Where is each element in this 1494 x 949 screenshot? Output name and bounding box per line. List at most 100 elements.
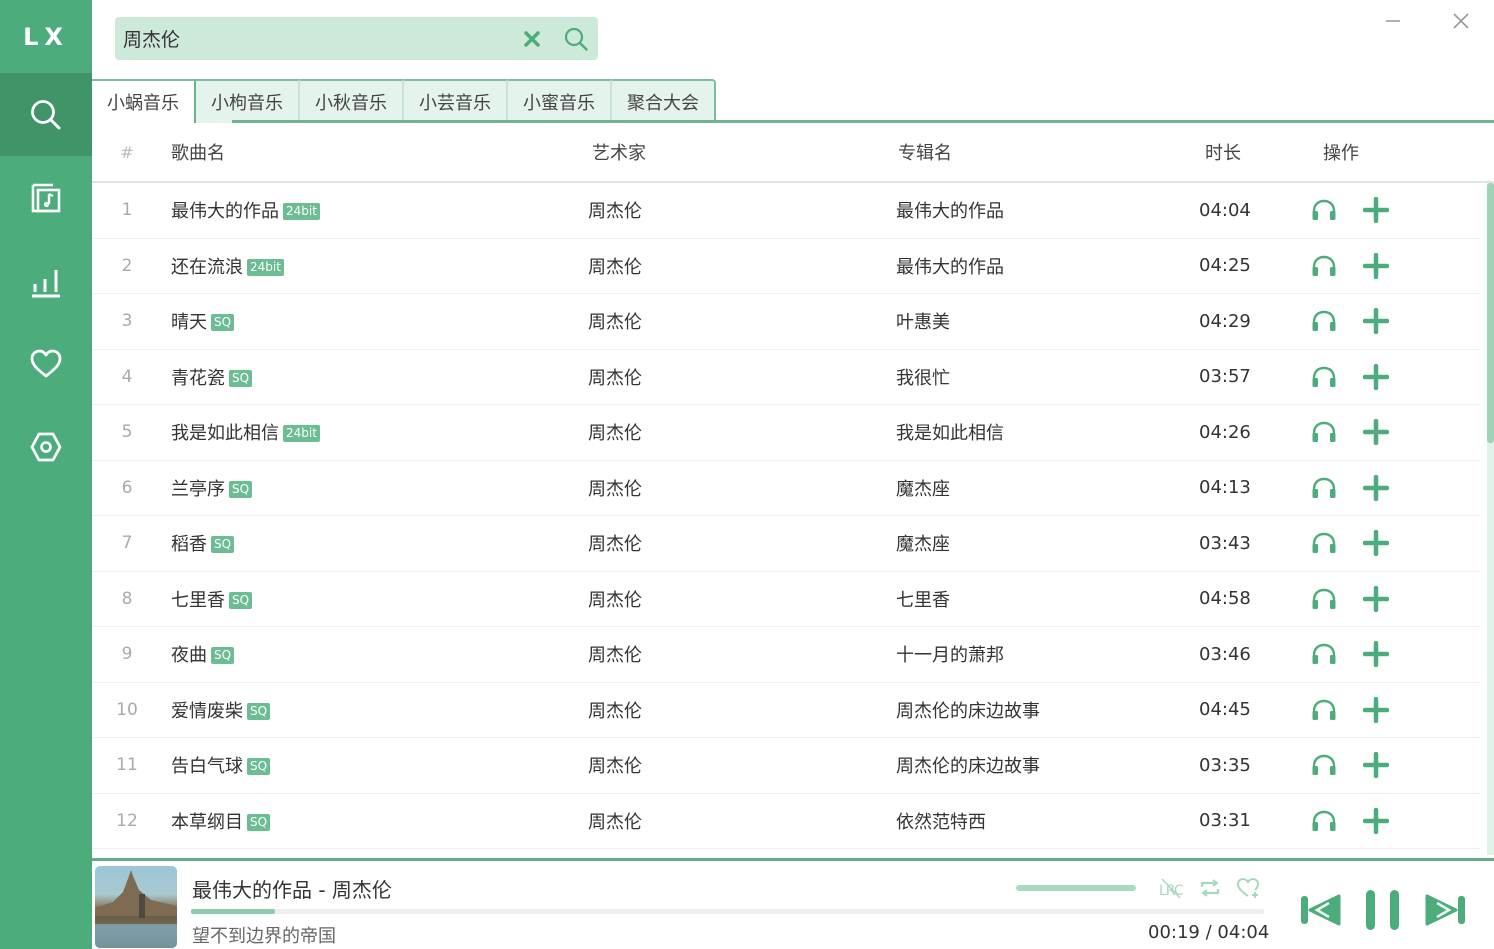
gear-icon [30,432,62,461]
tab-source-5[interactable]: 小蜜音乐 [508,79,612,123]
tab-source-3[interactable]: 小秋音乐 [300,79,404,123]
table-row[interactable]: 8 七里香 SQ 周杰伦 七里香 04:58 [92,572,1480,627]
search-submit-button[interactable] [554,17,598,60]
lyric-toggle-button[interactable]: LRC [1158,875,1186,901]
minimize-button[interactable] [1378,6,1408,36]
artist-cell[interactable]: 周杰伦 [580,808,890,834]
next-track-button[interactable] [1424,889,1468,931]
table-row[interactable]: 10 爱情废柴 SQ 周杰伦 周杰伦的床边故事 04:45 [92,683,1480,738]
album-cell[interactable]: 我很忙 [890,364,1195,390]
add-to-list-button[interactable] [1361,306,1391,336]
listen-button[interactable] [1309,750,1339,780]
artist-cell[interactable]: 周杰伦 [580,475,890,501]
tab-label: 小秋音乐 [315,93,387,114]
album-cell[interactable]: 魔杰座 [890,530,1195,556]
listen-button[interactable] [1309,251,1339,281]
album-cell[interactable]: 七里香 [890,586,1195,612]
add-to-list-button[interactable] [1361,806,1391,836]
heart-icon [30,349,62,377]
header-artist: 艺术家 [592,143,646,164]
artist-cell[interactable]: 周杰伦 [580,253,890,279]
sidebar-item-search[interactable] [0,73,92,156]
add-to-list-button[interactable] [1361,639,1391,669]
add-to-list-button[interactable] [1361,195,1391,225]
listen-button[interactable] [1309,639,1339,669]
add-to-list-button[interactable] [1361,528,1391,558]
listen-button[interactable] [1309,695,1339,725]
close-window-button[interactable] [1446,6,1476,36]
table-row[interactable]: 11 告白气球 SQ 周杰伦 周杰伦的床边故事 03:35 [92,738,1480,794]
listen-button[interactable] [1309,584,1339,614]
table-row[interactable]: 1 最伟大的作品 24bit 周杰伦 最伟大的作品 04:04 [92,183,1480,239]
quality-badge: SQ [229,591,253,609]
pause-button[interactable] [1362,889,1404,931]
album-cell[interactable]: 叶惠美 [890,308,1195,334]
artist-cell[interactable]: 周杰伦 [580,586,890,612]
table-row[interactable]: 9 夜曲 SQ 周杰伦 十一月的萧邦 03:46 [92,627,1480,683]
artist-cell[interactable]: 周杰伦 [580,364,890,390]
add-to-list-button[interactable] [1361,362,1391,392]
add-to-list-button[interactable] [1361,584,1391,614]
add-to-list-button[interactable] [1361,473,1391,503]
search-input[interactable] [115,17,510,60]
listen-button[interactable] [1309,473,1339,503]
listen-button[interactable] [1309,417,1339,447]
table-row[interactable]: 12 本草纲目 SQ 周杰伦 依然范特西 03:31 [92,794,1480,849]
artist-cell[interactable]: 周杰伦 [580,641,890,667]
song-name: 青花瓷 [171,367,225,389]
album-cell[interactable]: 我是如此相信 [890,419,1195,445]
sidebar-item-leaderboard[interactable] [0,239,92,322]
artist-cell[interactable]: 周杰伦 [580,697,890,723]
add-to-list-button[interactable] [1361,417,1391,447]
artist-cell[interactable]: 周杰伦 [580,752,890,778]
album-cell[interactable]: 周杰伦的床边故事 [890,697,1195,723]
sidebar-item-settings[interactable] [0,405,92,488]
tab-source-6[interactable]: 聚合大会 [612,79,716,123]
sidebar-item-favorites[interactable] [0,322,92,405]
add-to-list-button[interactable] [1361,750,1391,780]
artist-cell[interactable]: 周杰伦 [580,308,890,334]
listen-button[interactable] [1309,362,1339,392]
listen-button[interactable] [1309,528,1339,558]
scrollbar[interactable] [1487,183,1494,855]
tab-source-1[interactable]: 小蜗音乐 [92,79,196,123]
artist-cell[interactable]: 周杰伦 [580,530,890,556]
add-to-list-button[interactable] [1361,251,1391,281]
quality-badge: SQ [247,758,271,776]
artist-cell[interactable]: 周杰伦 [580,419,890,445]
volume-slider[interactable] [1016,885,1136,891]
previous-track-button[interactable] [1298,889,1342,931]
listen-button[interactable] [1309,195,1339,225]
album-cover[interactable] [95,866,177,948]
table-row[interactable]: 6 兰亭序 SQ 周杰伦 魔杰座 04:13 [92,461,1480,516]
album-cell[interactable]: 最伟大的作品 [890,197,1195,223]
tab-label: 聚合大会 [627,93,699,114]
album-cell[interactable]: 依然范特西 [890,808,1195,834]
row-number: 3 [121,311,133,332]
search-clear-button[interactable] [510,17,554,60]
add-favorite-button[interactable] [1234,875,1262,901]
listen-button[interactable] [1309,806,1339,836]
song-name: 晴天 [171,312,207,334]
table-row[interactable]: 4 青花瓷 SQ 周杰伦 我很忙 03:57 [92,350,1480,405]
table-row[interactable]: 3 晴天 SQ 周杰伦 叶惠美 04:29 [92,294,1480,350]
album-cell[interactable]: 十一月的萧邦 [890,641,1195,667]
album-cell[interactable]: 最伟大的作品 [890,253,1195,279]
add-to-list-button[interactable] [1361,695,1391,725]
sidebar-item-playlist[interactable] [0,156,92,239]
table-row[interactable]: 5 我是如此相信 24bit 周杰伦 我是如此相信 04:26 [92,405,1480,461]
table-row[interactable]: 7 稻香 SQ 周杰伦 魔杰座 03:43 [92,516,1480,572]
playback-progress-bar[interactable] [191,909,1264,914]
listen-button[interactable] [1309,306,1339,336]
scrollbar-thumb[interactable] [1487,183,1494,443]
song-name: 兰亭序 [171,478,225,500]
repeat-mode-button[interactable] [1196,875,1224,901]
table-row[interactable]: 2 还在流浪 24bit 周杰伦 最伟大的作品 04:25 [92,239,1480,294]
tab-source-4[interactable]: 小芸音乐 [404,79,508,123]
header-song-name: 歌曲名 [171,143,225,164]
album-cell[interactable]: 周杰伦的床边故事 [890,752,1195,778]
operations-cell [1305,195,1425,225]
tab-source-2[interactable]: 小枸音乐 [196,79,300,123]
artist-cell[interactable]: 周杰伦 [580,197,890,223]
album-cell[interactable]: 魔杰座 [890,475,1195,501]
